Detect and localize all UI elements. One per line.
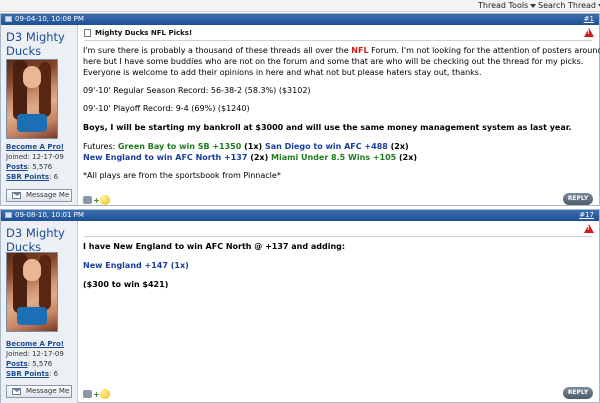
thumb-icon[interactable]	[83, 196, 92, 204]
thumb-icon[interactable]	[83, 390, 92, 398]
reply-button[interactable]: REPLY	[563, 193, 593, 205]
futures-line-2: New England to win AFC North +137 (2x) M…	[83, 153, 418, 162]
search-thread-label: Search Thread	[538, 1, 596, 10]
post-header: 09-04-10, 10:08 PM #1	[1, 14, 599, 25]
pick-green-bay: Green Bay to win SB +1350	[117, 142, 242, 151]
joined-date: Joined: 12-17-09	[6, 350, 64, 358]
sbr-points-value: : 6	[49, 370, 59, 378]
intro-line-1: I'm sure there is probably a thousand of…	[83, 46, 600, 55]
post-footer-icons[interactable]: +	[83, 389, 113, 399]
thread-page: Thread Tools Search Thread 09-04-10, 10:…	[0, 0, 600, 403]
posts-link[interactable]: Posts	[6, 163, 28, 171]
reply-button[interactable]: REPLY	[563, 387, 593, 399]
post-date: 09-04-10, 10:08 PM	[15, 15, 84, 23]
pick-san-diego: San Diego to win AFC +488	[264, 142, 388, 151]
message-me-button[interactable]: Message Me	[6, 385, 72, 398]
pick-amount: ($300 to win $421)	[83, 280, 169, 289]
username[interactable]: D3 Mighty Ducks	[6, 30, 76, 58]
title-divider	[84, 40, 592, 41]
intro-line-3: Everyone is welcome to add their opinion…	[83, 68, 482, 77]
user-stats: Become A Pro! Joined: 12-17-09 Posts: 5,…	[6, 142, 64, 182]
post-17: 09-08-10, 10:01 PM #17 D3 Mighty Ducks B…	[0, 209, 600, 403]
calendar-icon	[5, 212, 12, 218]
post-content: I have New England to win AFC North @ +1…	[80, 221, 598, 403]
joined-date: Joined: 12-17-09	[6, 153, 64, 161]
smiley-icon[interactable]	[100, 389, 110, 399]
post-header: 09-08-10, 10:01 PM #17	[1, 210, 599, 221]
username[interactable]: D3 Mighty Ducks	[6, 226, 76, 254]
thread-tools-label: Thread Tools	[478, 1, 529, 10]
message-me-button[interactable]: Message Me	[6, 189, 72, 202]
search-thread-menu[interactable]: Search Thread	[538, 1, 600, 10]
post-number-link[interactable]: #17	[579, 210, 594, 221]
user-info-panel: D3 Mighty Ducks Become A Pro! Joined: 12…	[1, 221, 78, 403]
plus-icon: +	[93, 390, 100, 399]
post-content: Mighty Ducks NFL Picks! I'm sure there i…	[80, 25, 600, 205]
post-date: 09-08-10, 10:01 PM	[15, 211, 84, 219]
document-icon	[84, 29, 91, 37]
thread-tools-menu[interactable]: Thread Tools	[478, 1, 537, 10]
post-1: 09-04-10, 10:08 PM #1 D3 Mighty Ducks Be…	[0, 13, 600, 206]
pick-miami: Miami Under 8.5 Wins +105	[271, 153, 397, 162]
calendar-icon	[5, 16, 12, 22]
envelope-icon	[12, 192, 21, 199]
pick-new-england-147: New England +147 (1x)	[83, 261, 189, 270]
envelope-icon	[12, 388, 21, 395]
sbr-points-link[interactable]: SBR Points	[6, 173, 49, 181]
user-info-panel: D3 Mighty Ducks Become A Pro! Joined: 12…	[1, 25, 78, 205]
playoff-record: 09'-10' Playoff Record: 9-4 (69%) ($1240…	[83, 104, 250, 113]
pick-new-england: New England to win AFC North +137	[83, 153, 248, 162]
become-pro-link[interactable]: Become A Pro!	[6, 340, 64, 348]
post-number-link[interactable]: #1	[584, 14, 594, 25]
report-post-icon[interactable]	[584, 224, 594, 233]
post-footer-icons[interactable]: +	[83, 195, 113, 205]
posts-count: : 5,576	[27, 163, 53, 171]
user-stats: Become A Pro! Joined: 12-17-09 Posts: 5,…	[6, 339, 64, 379]
bankroll-statement: Boys, I will be starting my bankroll at …	[83, 123, 572, 132]
thread-toolbar: Thread Tools Search Thread	[0, 0, 600, 12]
post-title-text: Mighty Ducks NFL Picks!	[95, 29, 193, 37]
intro-line-2: here but I have some buddies who are not…	[83, 57, 584, 66]
futures-line-1: Futures: Green Bay to win SB +1350 (1x) …	[83, 142, 409, 151]
avatar	[6, 252, 58, 332]
regular-season-record: 09'-10' Regular Season Record: 56-38-2 (…	[83, 86, 311, 95]
report-post-icon[interactable]	[584, 28, 594, 37]
sbr-points-link[interactable]: SBR Points	[6, 370, 49, 378]
pinnacle-note: *All plays are from the sportsbook from …	[83, 171, 281, 180]
smiley-icon[interactable]	[100, 195, 110, 205]
post-17-line-1: I have New England to win AFC North @ +1…	[83, 242, 346, 251]
posts-count: : 5,576	[27, 360, 53, 368]
nfl-forum-link[interactable]: NFL	[351, 46, 368, 55]
avatar	[6, 59, 58, 139]
chevron-down-icon	[530, 3, 537, 8]
message-me-label: Message Me	[26, 387, 70, 395]
title-divider	[84, 236, 592, 237]
posts-link[interactable]: Posts	[6, 360, 28, 368]
message-me-label: Message Me	[26, 191, 70, 199]
become-pro-link[interactable]: Become A Pro!	[6, 143, 64, 151]
plus-icon: +	[93, 196, 100, 205]
sbr-points-value: : 6	[49, 173, 59, 181]
post-title: Mighty Ducks NFL Picks!	[84, 29, 192, 37]
